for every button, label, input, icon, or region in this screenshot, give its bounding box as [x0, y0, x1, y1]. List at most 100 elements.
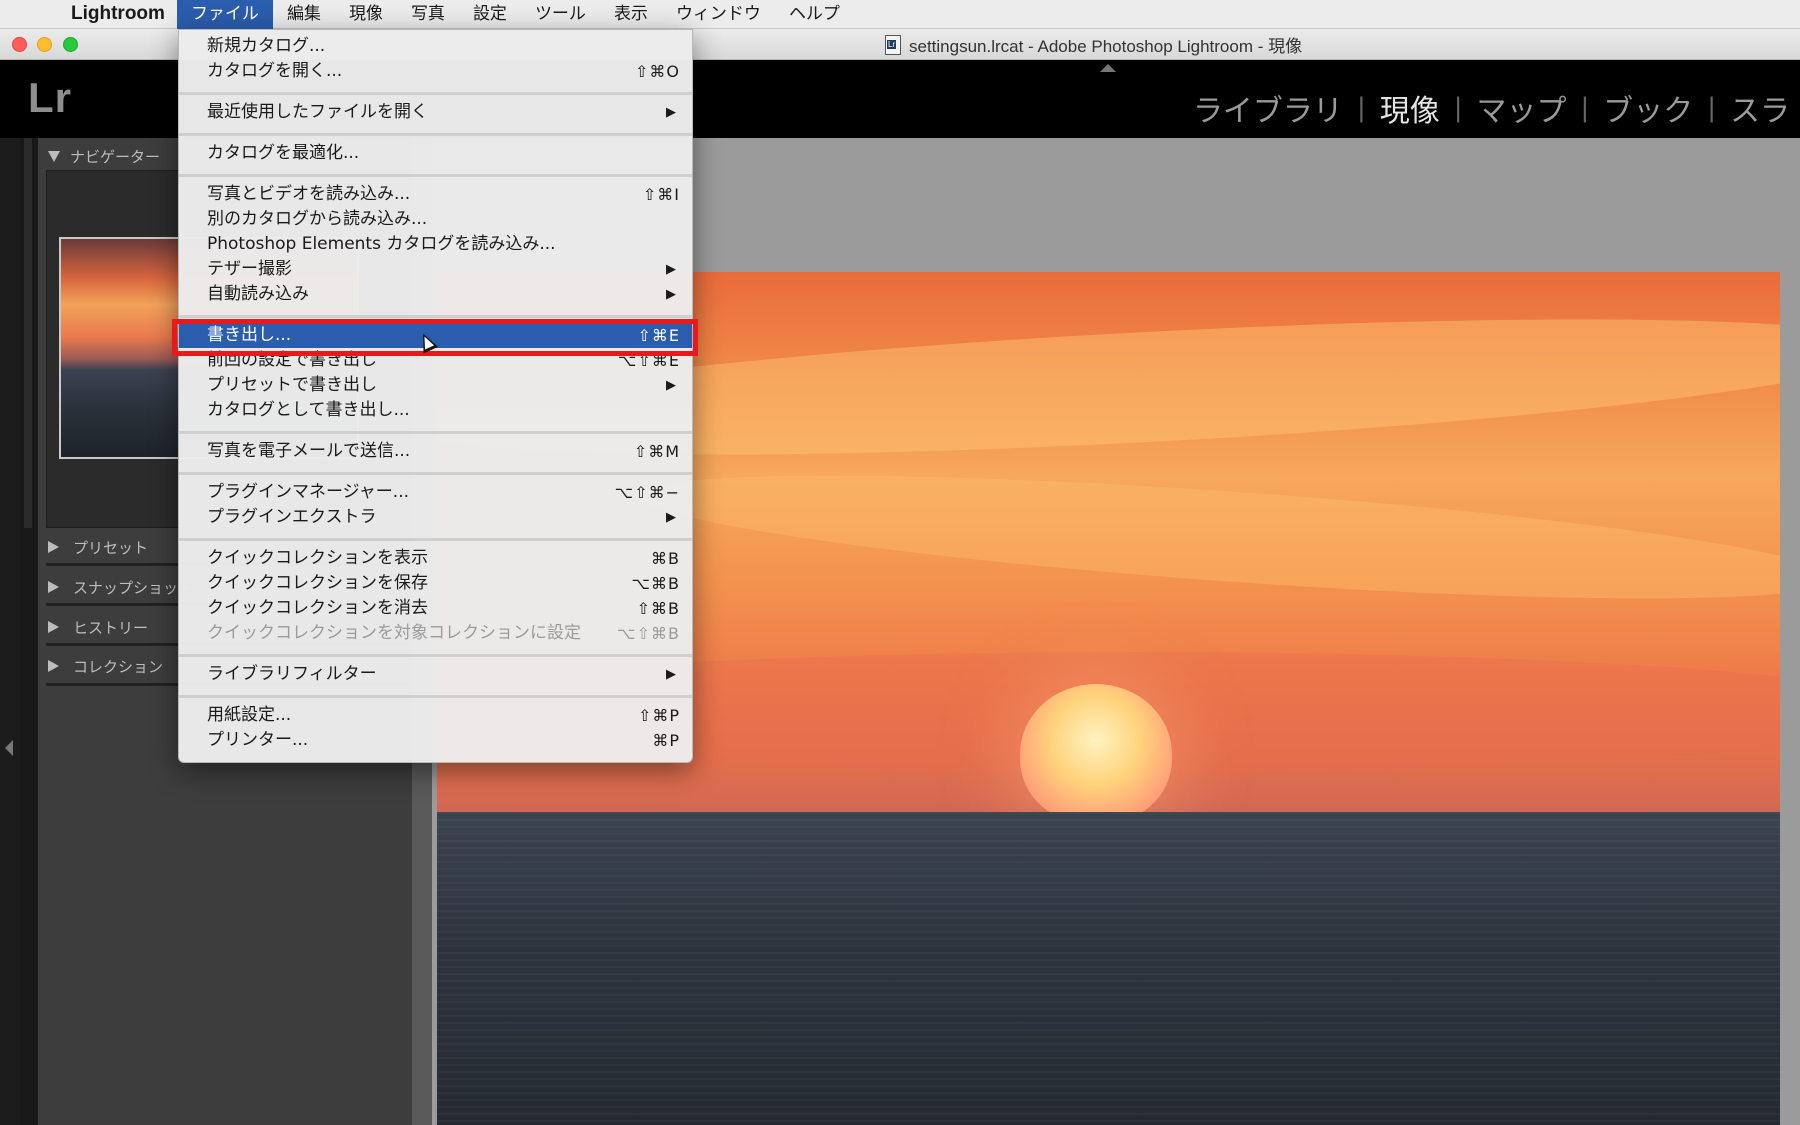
menu-item-label: 新規カタログ... — [207, 36, 326, 56]
menu-develop[interactable]: 現像 — [335, 0, 397, 29]
module-separator: | — [1580, 93, 1590, 123]
menu-file[interactable]: ファイル — [176, 0, 273, 29]
disclosure-down-icon — [48, 150, 60, 162]
menu-item-shortcut: ⇧⌘O — [635, 62, 680, 81]
module-slideshow[interactable]: スラ — [1720, 86, 1800, 130]
module-separator: | — [1453, 93, 1463, 123]
menu-item-clear-quick-collection[interactable]: クイックコレクションを消去 ⇧⌘B — [179, 596, 692, 621]
menu-item-import-photos[interactable]: 写真とビデオを読み込み... ⇧⌘I — [179, 182, 692, 207]
menu-item-shortcut: ⌥⇧⌘− — [614, 483, 680, 502]
module-book[interactable]: ブック — [1593, 86, 1703, 130]
menu-window[interactable]: ウィンドウ — [662, 0, 775, 29]
menu-item-plugin-extras[interactable]: プラグインエクストラ ▶ — [179, 505, 692, 530]
menu-item-shortcut: ⇧⌘M — [633, 442, 680, 461]
menu-edit[interactable]: 編集 — [273, 0, 335, 29]
panel-presets-label: プリセット — [73, 538, 149, 557]
submenu-arrow-icon: ▶ — [666, 378, 676, 393]
menu-separator — [179, 431, 692, 434]
module-library[interactable]: ライブラリ — [1183, 86, 1353, 130]
menu-item-label: カタログを最適化... — [207, 143, 360, 163]
menu-item-show-quick-collection[interactable]: クイックコレクションを表示 ⌘B — [179, 546, 692, 571]
menu-item-label: 別のカタログから読み込み... — [207, 209, 428, 229]
module-map[interactable]: マップ — [1466, 86, 1576, 130]
panel-snapshots[interactable]: スナップショット — [48, 573, 193, 601]
photo-sea — [437, 812, 1780, 1125]
menu-item-new-catalog[interactable]: 新規カタログ... — [179, 34, 692, 59]
collapse-top-panel-icon[interactable] — [1100, 64, 1116, 72]
panel-snapshots-label: スナップショット — [73, 578, 194, 597]
app-menu[interactable]: Lightroom — [56, 3, 177, 25]
menu-item-label: クイックコレクションを保存 — [207, 573, 428, 593]
menu-item-import-pse-catalog[interactable]: Photoshop Elements カタログを読み込み... — [179, 232, 692, 257]
menu-item-label: カタログを開く... — [207, 61, 343, 81]
menu-item-printer[interactable]: プリンター... ⌘P — [179, 728, 692, 753]
menu-item-label: 用紙設定... — [207, 705, 292, 725]
menu-item-open-recent[interactable]: 最近使用したファイルを開く ▶ — [179, 100, 692, 125]
expand-left-arrow-icon[interactable] — [5, 740, 13, 756]
panel-collections[interactable]: コレクション — [48, 652, 163, 680]
menu-item-label: 写真を電子メールで送信... — [207, 441, 411, 461]
menu-item-label: プリセットで書き出し — [207, 375, 377, 395]
menu-item-import-from-catalog[interactable]: 別のカタログから読み込み... — [179, 207, 692, 232]
menu-item-shortcut: ⌥⇧⌘B — [617, 624, 680, 643]
menu-item-label: プリンター... — [207, 730, 309, 750]
menu-item-shortcut: ⇧⌘P — [637, 706, 680, 725]
menu-item-label: クイックコレクションを消去 — [207, 598, 428, 618]
menu-view[interactable]: 表示 — [600, 0, 662, 29]
menu-item-plugin-manager[interactable]: プラグインマネージャー... ⌥⇧⌘− — [179, 480, 692, 505]
menu-item-label: クイックコレクションを対象コレクションに設定 — [207, 623, 581, 643]
menu-item-auto-import[interactable]: 自動読み込み ▶ — [179, 282, 692, 307]
submenu-arrow-icon: ▶ — [666, 510, 676, 525]
menu-item-label: クイックコレクションを表示 — [207, 548, 428, 568]
export-highlight-annotation — [172, 319, 698, 356]
close-window-button[interactable] — [12, 37, 27, 52]
menu-item-shortcut: ⌥⌘B — [631, 574, 680, 593]
window-title-text: settingsun.lrcat - Adobe Photoshop Light… — [909, 37, 1303, 56]
menu-item-save-quick-collection[interactable]: クイックコレクションを保存 ⌥⌘B — [179, 571, 692, 596]
menu-separator — [179, 654, 692, 657]
photo-cloud — [635, 450, 1780, 624]
disclosure-right-icon — [48, 541, 59, 553]
catalog-file-icon — [885, 34, 901, 55]
lightroom-logo: Lr — [28, 74, 72, 121]
menu-separator — [179, 133, 692, 136]
menu-separator — [179, 92, 692, 95]
disclosure-right-icon — [48, 581, 59, 593]
menu-item-tethered-capture[interactable]: テザー撮影 ▶ — [179, 257, 692, 282]
window-title: settingsun.lrcat - Adobe Photoshop Light… — [885, 29, 1302, 60]
navigator-header[interactable]: ナビゲーター — [48, 144, 160, 168]
menu-item-email-photo[interactable]: 写真を電子メールで送信... ⇧⌘M — [179, 439, 692, 464]
menu-separator — [179, 472, 692, 475]
menu-item-page-setup[interactable]: 用紙設定... ⇧⌘P — [179, 703, 692, 728]
menu-item-library-filters[interactable]: ライブラリフィルター ▶ — [179, 662, 692, 687]
menu-item-open-catalog[interactable]: カタログを開く... ⇧⌘O — [179, 59, 692, 84]
disclosure-right-icon — [48, 660, 59, 672]
file-menu-dropdown: 新規カタログ... カタログを開く... ⇧⌘O 最近使用したファイルを開く ▶ カ… — [178, 29, 693, 763]
panel-history-label: ヒストリー — [73, 618, 149, 637]
menu-item-export-preset[interactable]: プリセットで書き出し ▶ — [179, 373, 692, 398]
panel-presets[interactable]: プリセット — [48, 533, 148, 561]
zoom-window-button[interactable] — [63, 37, 78, 52]
menu-item-label: カタログとして書き出し... — [207, 400, 410, 420]
menu-settings[interactable]: 設定 — [459, 0, 521, 29]
menu-item-label: 写真とビデオを読み込み... — [207, 184, 411, 204]
left-panel-toggle[interactable] — [0, 138, 20, 1125]
menu-item-shortcut: ⇧⌘B — [636, 599, 680, 618]
menu-item-shortcut: ⌘B — [651, 549, 680, 568]
menu-item-optimize-catalog[interactable]: カタログを最適化... — [179, 141, 692, 166]
module-separator: | — [1707, 93, 1716, 123]
submenu-arrow-icon: ▶ — [666, 287, 676, 302]
minimize-window-button[interactable] — [37, 37, 52, 52]
panel-collections-label: コレクション — [73, 657, 164, 676]
menu-item-label: プラグインエクストラ — [207, 507, 377, 527]
menu-item-label: Photoshop Elements カタログを読み込み... — [207, 234, 556, 254]
menu-item-label: ライブラリフィルター — [207, 664, 377, 684]
panel-history[interactable]: ヒストリー — [48, 613, 148, 641]
menu-tools[interactable]: ツール — [521, 0, 600, 29]
menu-item-label: 自動読み込み — [207, 284, 309, 304]
module-develop[interactable]: 現像 — [1370, 86, 1450, 130]
menu-item-export-catalog[interactable]: カタログとして書き出し... — [179, 398, 692, 423]
menu-bar: Lightroom ファイル 編集 現像 写真 設定 ツール 表示 ウィンドウ … — [0, 0, 1800, 29]
menu-photo[interactable]: 写真 — [397, 0, 459, 29]
menu-help[interactable]: ヘルプ — [775, 0, 854, 29]
